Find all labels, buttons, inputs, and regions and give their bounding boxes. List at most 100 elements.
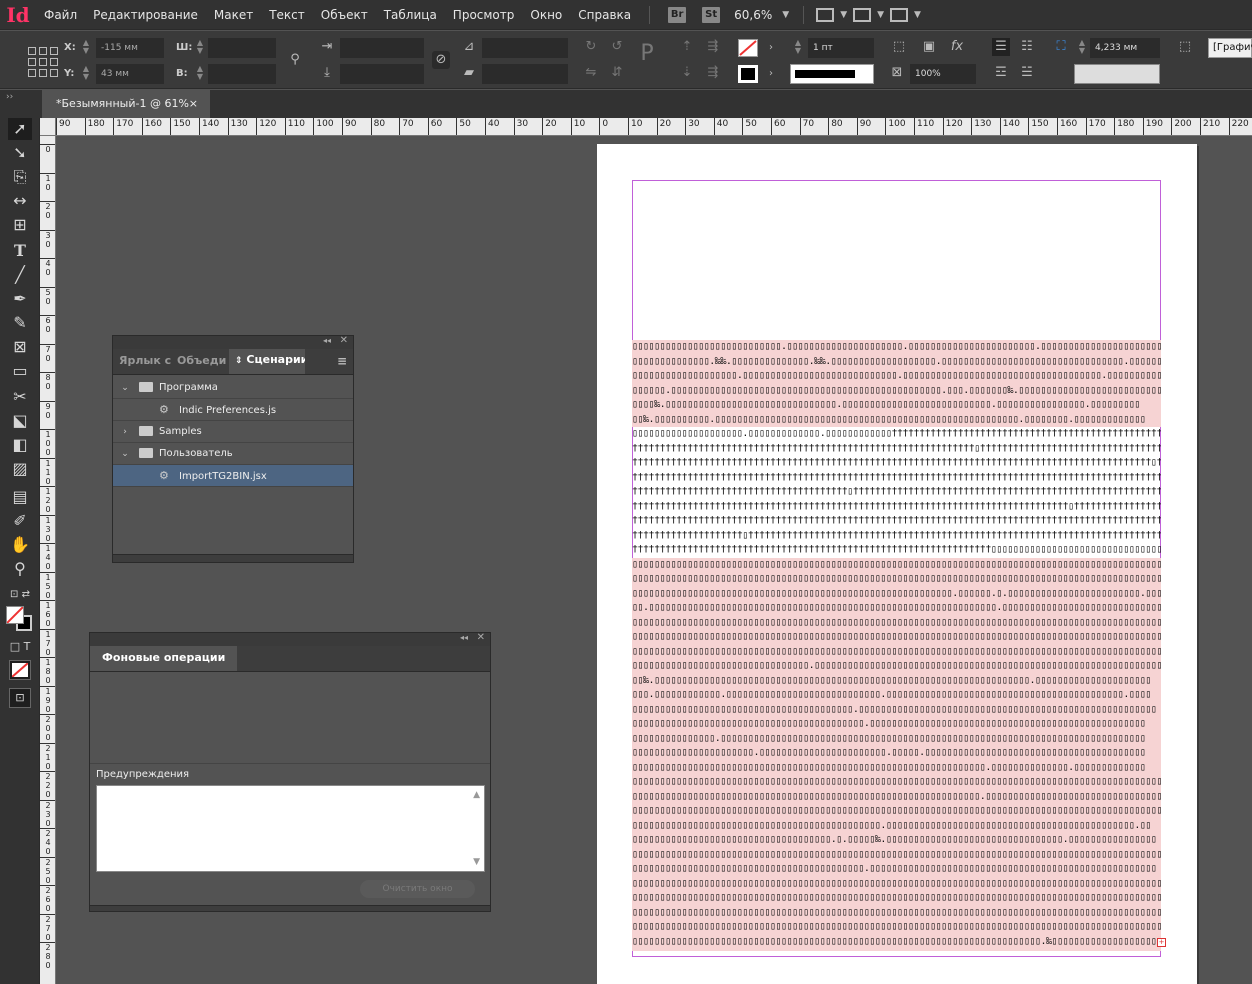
select-previous-icon[interactable]: ⇣ xyxy=(678,64,696,82)
reference-point-icon[interactable] xyxy=(28,47,58,77)
flip-vertical-icon[interactable]: ⇵ xyxy=(608,64,626,82)
clear-window-button[interactable]: Очистить окно xyxy=(360,880,475,898)
x-stepper[interactable]: ▲ ▼ xyxy=(80,39,92,55)
zoom-level[interactable]: 60,6% xyxy=(728,8,778,22)
close-tab-icon[interactable]: × xyxy=(189,90,198,118)
frame-fitting-icon[interactable]: ⛶ xyxy=(1052,38,1070,56)
height-field[interactable] xyxy=(208,64,276,84)
stroke-type-dropdown[interactable] xyxy=(790,64,874,84)
scroll-up-icon[interactable]: ▲ xyxy=(473,790,480,800)
tab-background-tasks[interactable]: Фоновые операции xyxy=(90,645,238,671)
fill-stroke-swatches[interactable] xyxy=(6,606,34,632)
free-transform-tool-icon[interactable]: ⬕ xyxy=(8,410,32,432)
constrain-proportions-icon[interactable]: ⚲ xyxy=(286,51,304,69)
tab-scripts[interactable]: ⇕ Сценарии xyxy=(229,347,305,374)
text-wrap-bbox-icon[interactable]: ☷ xyxy=(1018,38,1036,56)
script-row[interactable]: ⚙ Indic Preferences.js xyxy=(113,399,353,421)
y-field[interactable]: 43 мм xyxy=(96,64,164,84)
corner-shape-dropdown[interactable] xyxy=(1074,64,1160,84)
bridge-button[interactable]: Br xyxy=(668,6,687,23)
panel-menu-icon[interactable]: ≡ xyxy=(331,348,353,374)
rectangle-frame-tool-icon[interactable]: ⊠ xyxy=(8,336,32,358)
menu-item[interactable]: Справка xyxy=(570,0,639,30)
width-field[interactable] xyxy=(208,38,276,58)
stroke-weight-field[interactable]: 1 пт xyxy=(808,38,874,58)
scale-x-field[interactable] xyxy=(340,38,424,58)
gap-tool-icon[interactable]: ↔ xyxy=(8,190,32,212)
stock-button[interactable]: St xyxy=(702,6,721,23)
text-frame[interactable]: ▯▯▯▯▯▯▯▯▯▯▯▯▯▯▯▯▯▯▯▯▯▯▯▯▯▯▯.▯▯▯▯▯▯▯▯▯▯▯▯… xyxy=(632,340,1161,951)
height-stepper[interactable]: ▲ ▼ xyxy=(194,65,206,81)
scroll-down-icon[interactable]: ▼ xyxy=(473,857,480,867)
vertical-ruler[interactable]: 0 10 20 30 40 50 60 70 80 90 100110120130140150160… xyxy=(40,136,56,984)
rectangle-tool-icon[interactable]: ▭ xyxy=(8,360,32,382)
content-collector-icon[interactable]: ⊞ xyxy=(8,214,32,236)
view-options-icon[interactable] xyxy=(816,7,835,22)
screen-mode-icon[interactable]: ⊡ xyxy=(9,688,31,708)
tab-shortcuts[interactable]: Ярлык с xyxy=(113,348,171,374)
opacity-field[interactable]: 100% xyxy=(910,64,976,84)
frame-options-icon[interactable]: ⬚ xyxy=(1176,38,1194,56)
fill-none-icon[interactable] xyxy=(738,39,758,57)
panel-resize-grip[interactable] xyxy=(90,905,490,911)
type-tool-icon[interactable]: T xyxy=(8,240,32,262)
expand-right-icon[interactable]: › xyxy=(119,421,131,443)
horizontal-ruler[interactable]: 90 180 170 160 150 140 130 120 110 100 90 80 70 60 50 4… xyxy=(56,118,1252,136)
selection-tool-icon[interactable]: ➚ xyxy=(8,118,32,140)
object-style-dropdown[interactable]: [Графический xyxy=(1208,38,1252,58)
x-field[interactable]: -115 мм xyxy=(96,38,164,58)
close-panel-icon[interactable]: ✕ xyxy=(340,335,348,346)
folder-row[interactable]: › Samples xyxy=(113,421,353,443)
select-container-icon[interactable]: ⇡ xyxy=(678,38,696,56)
document-tab[interactable]: *Безымянный-1 @ 61% × xyxy=(42,90,210,118)
stroke-swatch-icon[interactable] xyxy=(738,65,758,83)
dimension-stepper[interactable]: ▲ ▼ xyxy=(1076,39,1088,55)
text-wrap-shape-icon[interactable]: ☲ xyxy=(992,64,1010,82)
gradient-swatch-tool-icon[interactable]: ◧ xyxy=(8,434,32,456)
chevron-down-icon[interactable]: ▼ xyxy=(910,10,925,20)
stroke-dropdown-icon[interactable]: › xyxy=(762,65,780,83)
pencil-tool-icon[interactable]: ✎ xyxy=(8,312,32,334)
tab-merge[interactable]: Объеди xyxy=(171,348,229,374)
hand-tool-icon[interactable]: ✋ xyxy=(8,534,32,556)
gradient-feather-tool-icon[interactable]: ▨ xyxy=(8,458,32,480)
link-icon[interactable]: ⊘ xyxy=(432,51,450,69)
text-wrap-none-icon[interactable]: ☰ xyxy=(992,38,1010,56)
width-stepper[interactable]: ▲ ▼ xyxy=(194,39,206,55)
ruler-origin[interactable] xyxy=(40,118,56,136)
menu-item[interactable]: Текст xyxy=(261,0,313,30)
collapse-panel-icon[interactable]: ◂◂ xyxy=(460,633,468,642)
select-next-icon[interactable]: ⇶ xyxy=(704,64,722,82)
effects-fx-icon[interactable]: fx xyxy=(948,38,966,56)
screen-mode-icon[interactable] xyxy=(853,7,872,22)
folder-row[interactable]: ⌄ Пользователь xyxy=(113,443,353,465)
dimension-field[interactable]: 4,233 мм xyxy=(1090,38,1160,58)
page-tool-icon[interactable]: ⎘ xyxy=(8,166,32,188)
panel-resize-grip[interactable] xyxy=(113,554,353,562)
expand-down-icon[interactable]: ⌄ xyxy=(119,443,131,465)
zoom-dropdown-icon[interactable]: ▼ xyxy=(778,10,793,20)
reference-p-icon[interactable]: P xyxy=(638,43,656,65)
menu-item[interactable]: Таблица xyxy=(376,0,445,30)
expand-down-icon[interactable]: ⌄ xyxy=(119,377,131,399)
menu-item[interactable]: Макет xyxy=(206,0,261,30)
menu-item[interactable]: Просмотр xyxy=(445,0,523,30)
eyedropper-tool-icon[interactable]: ✐ xyxy=(8,510,32,532)
note-tool-icon[interactable]: ▤ xyxy=(8,486,32,508)
overset-text-marker[interactable]: + xyxy=(1157,938,1166,947)
default-fill-stroke-icon[interactable]: ⊡ ⇄ xyxy=(8,584,32,606)
text-wrap-jump-icon[interactable]: ☱ xyxy=(1018,64,1036,82)
menu-item[interactable]: Редактирование xyxy=(85,0,206,30)
arrange-documents-icon[interactable] xyxy=(890,7,909,22)
script-row[interactable]: ⚙ ImportTG2BIN.jsx xyxy=(113,465,353,487)
warnings-list[interactable]: ▲ ▼ xyxy=(96,785,485,872)
close-panel-icon[interactable]: ✕ xyxy=(477,632,485,643)
rotate-ccw-icon[interactable]: ↺ xyxy=(608,38,626,56)
direct-selection-tool-icon[interactable]: ➘ xyxy=(8,142,32,164)
fit-content-icon[interactable]: ▣ xyxy=(920,38,938,56)
scissors-tool-icon[interactable]: ✂ xyxy=(8,386,32,408)
chevron-down-icon[interactable]: ▼ xyxy=(836,10,851,20)
flip-horizontal-icon[interactable]: ⇋ xyxy=(582,64,600,82)
folder-row[interactable]: ⌄ Программа xyxy=(113,377,353,399)
formatting-container-icon[interactable]: □ T xyxy=(8,636,32,658)
